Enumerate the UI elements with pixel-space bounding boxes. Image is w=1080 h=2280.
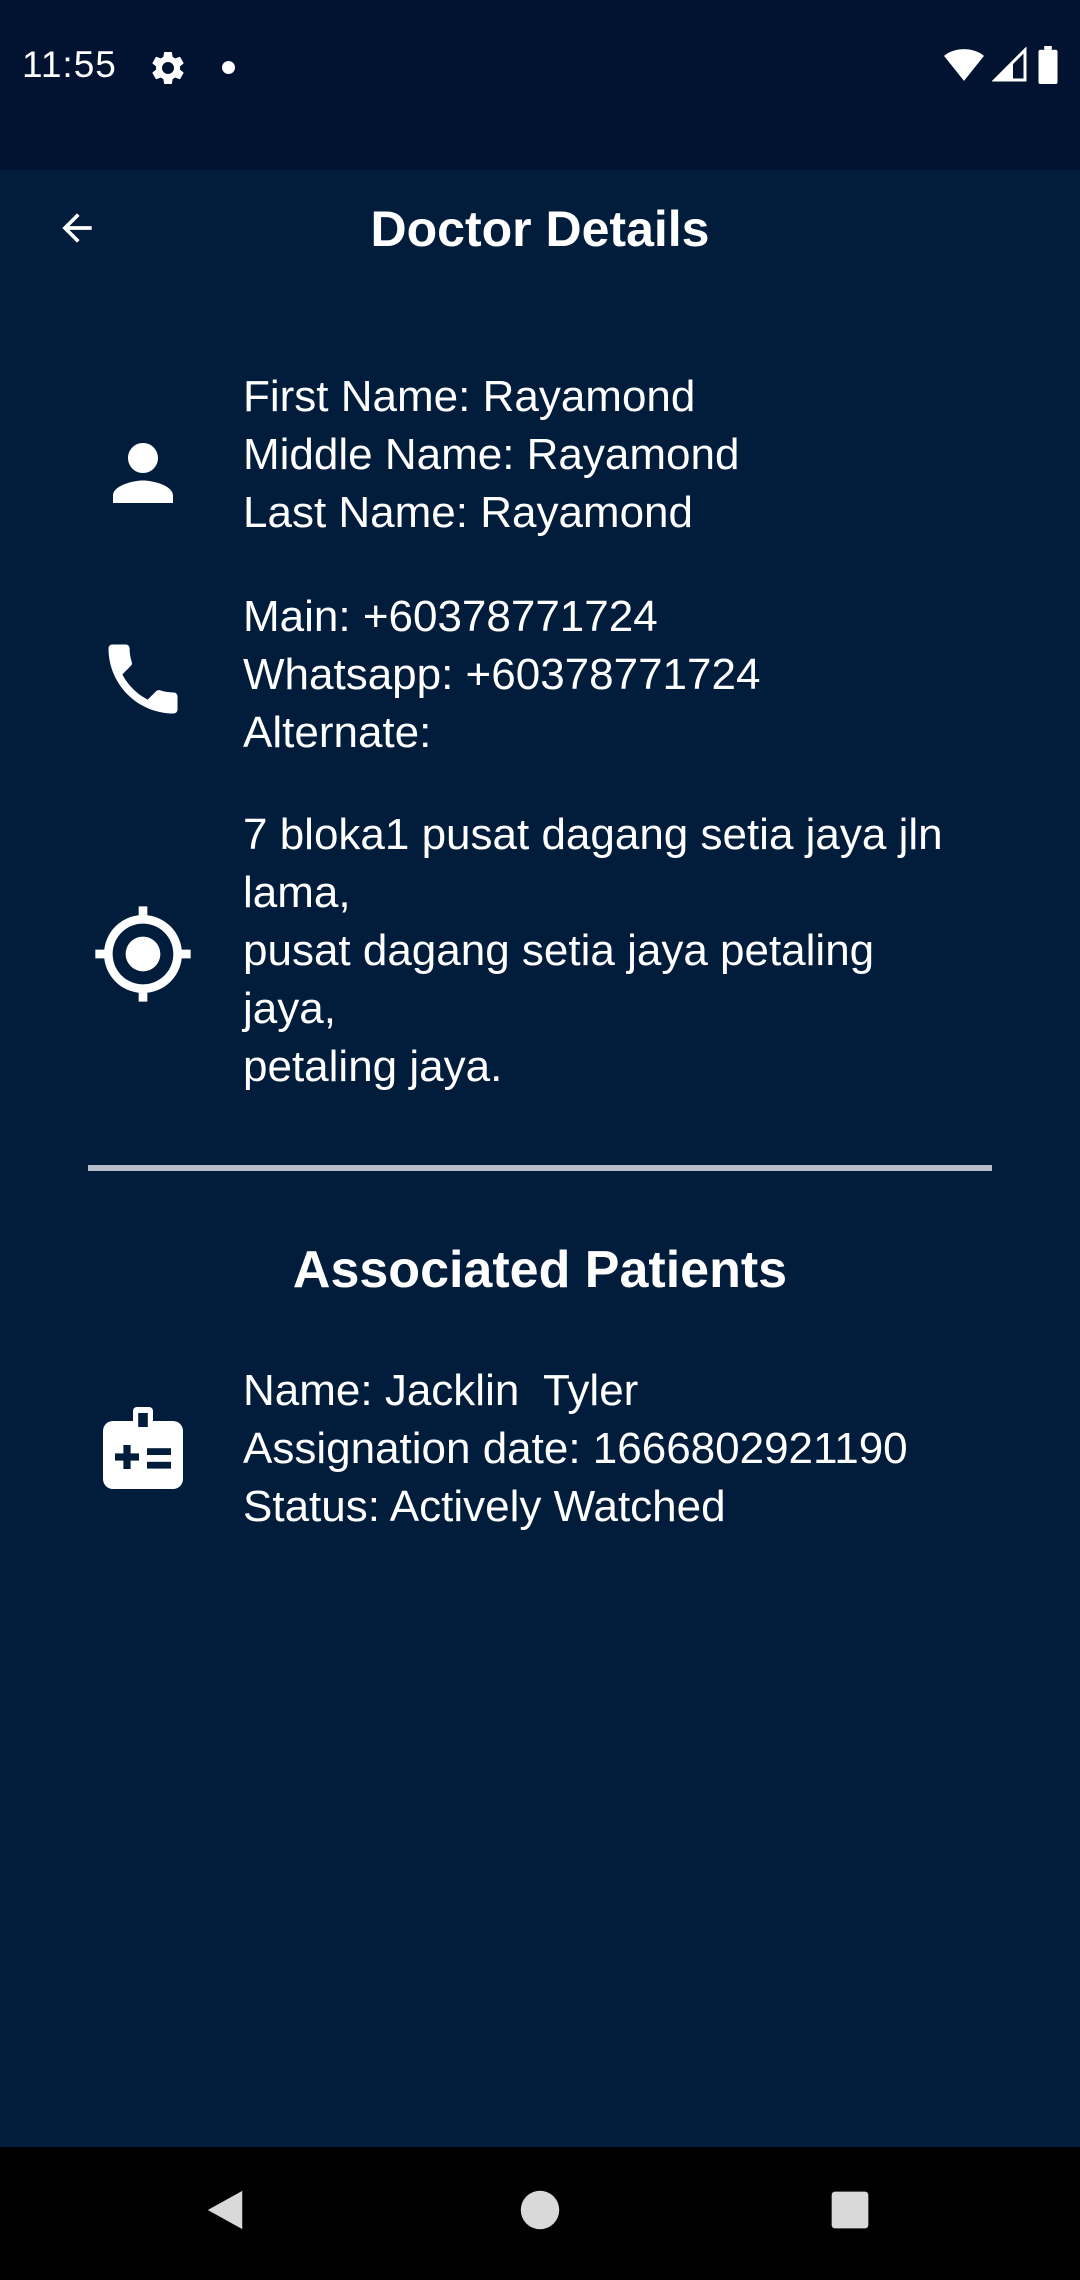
doctor-details-screen: 11:55 Doctor Details First Name: Rayamon… xyxy=(0,0,1080,2280)
patient-name: Name: Jacklin Tyler xyxy=(243,1366,639,1415)
gear-icon xyxy=(148,48,188,88)
patient-info-text: Name: Jacklin Tyler Assignation date: 16… xyxy=(243,1362,1030,1536)
nav-recents-button[interactable] xyxy=(815,2177,885,2247)
status-bar: 11:55 xyxy=(0,0,1080,170)
alternate-phone: Alternate: xyxy=(243,708,432,757)
address-line: 7 bloka1 pusat dagang setia jaya jln xyxy=(243,810,943,859)
patient-assignation-date: Assignation date: 1666802921190 xyxy=(243,1424,908,1473)
last-name: Last Name: Rayamond xyxy=(243,488,693,537)
back-triangle-icon xyxy=(203,2187,247,2238)
patient-status: Status: Actively Watched xyxy=(243,1482,726,1531)
first-name: First Name: Rayamond xyxy=(243,372,696,421)
address-line: lama, xyxy=(243,868,351,917)
address-line: jaya, xyxy=(243,984,336,1033)
address-line: pusat dagang setia jaya petaling xyxy=(243,926,875,975)
app-bar: Doctor Details xyxy=(0,170,1080,290)
phone-icon xyxy=(88,624,198,734)
page-title: Doctor Details xyxy=(370,201,710,257)
notification-dot-icon xyxy=(222,61,235,74)
middle-name: Middle Name: Rayamond xyxy=(243,430,740,479)
wifi-icon xyxy=(944,48,984,87)
medical-badge-icon xyxy=(88,1394,198,1504)
doctor-address-row: 7 bloka1 pusat dagang setia jaya jln lam… xyxy=(0,806,1080,1106)
battery-icon xyxy=(1036,46,1060,89)
system-nav-bar xyxy=(0,2147,1080,2280)
doctor-name-text: First Name: Rayamond Middle Name: Rayamo… xyxy=(243,368,1030,542)
whatsapp-phone: Whatsapp: +60378771724 xyxy=(243,650,761,699)
nav-back-button[interactable] xyxy=(190,2177,260,2247)
doctor-phone-row: Main: +60378771724 Whatsapp: +6037877172… xyxy=(0,588,1080,768)
associated-patients-title: Associated Patients xyxy=(292,1241,788,1299)
section-divider xyxy=(88,1165,992,1171)
nav-home-button[interactable] xyxy=(505,2177,575,2247)
patient-list-item[interactable]: Name: Jacklin Tyler Assignation date: 16… xyxy=(0,1362,1080,1542)
signal-icon xyxy=(991,46,1028,88)
doctor-address-text: 7 bloka1 pusat dagang setia jaya jln lam… xyxy=(243,806,1030,1096)
home-circle-icon xyxy=(519,2189,561,2236)
doctor-phone-text: Main: +60378771724 Whatsapp: +6037877172… xyxy=(243,588,1030,762)
address-line: petaling jaya. xyxy=(243,1042,503,1091)
location-target-icon xyxy=(88,899,198,1009)
status-time: 11:55 xyxy=(22,44,117,85)
status-icons xyxy=(944,46,1060,89)
person-icon xyxy=(88,418,198,528)
recents-square-icon xyxy=(830,2190,870,2235)
main-phone: Main: +60378771724 xyxy=(243,592,658,641)
doctor-name-row: First Name: Rayamond Middle Name: Rayamo… xyxy=(0,368,1080,548)
